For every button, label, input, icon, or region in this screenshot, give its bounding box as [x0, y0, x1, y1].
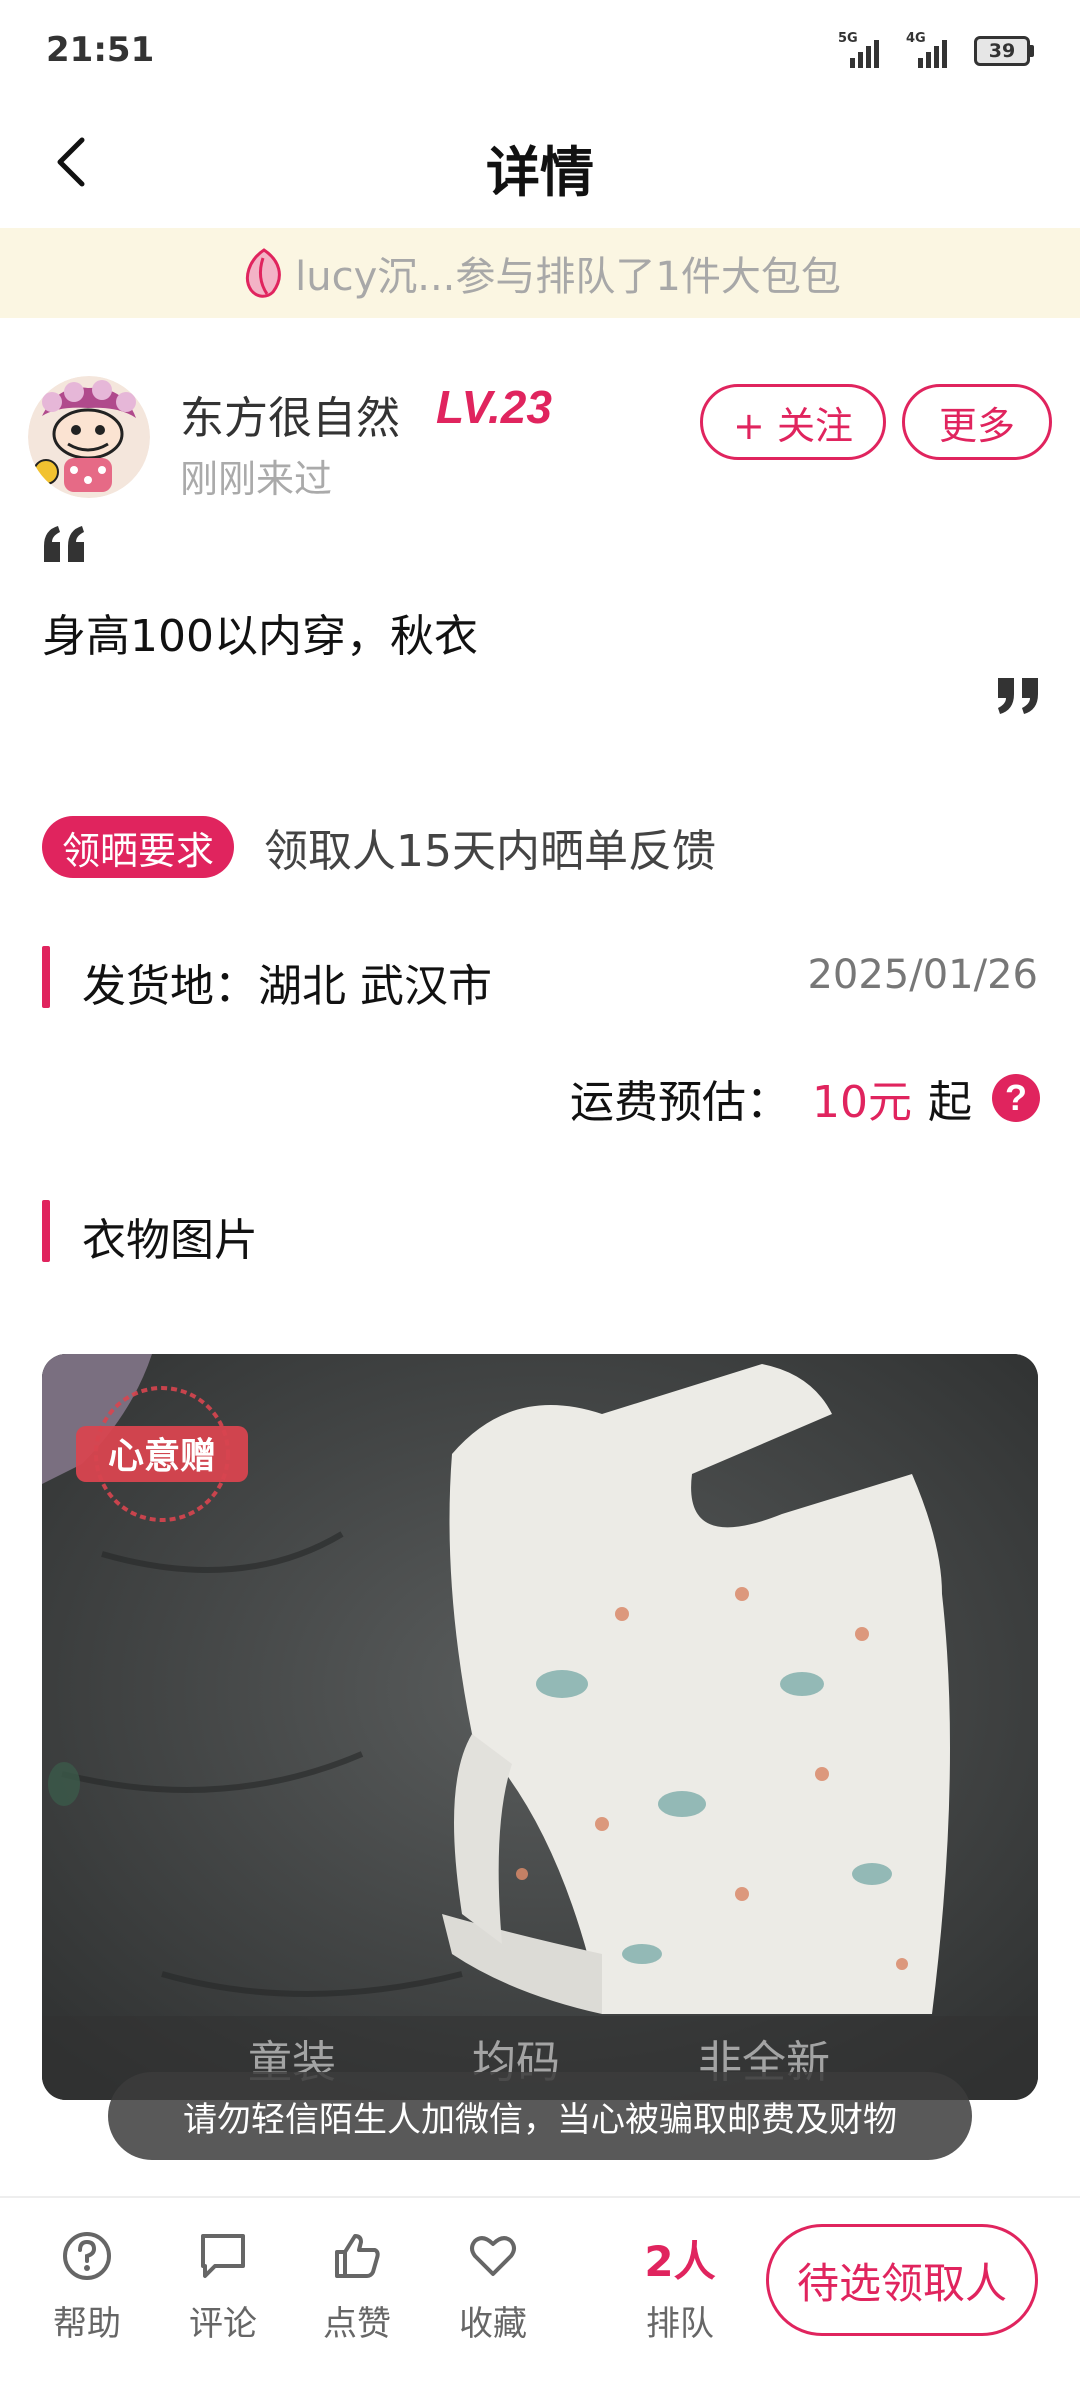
like-label: 点赞 — [323, 2304, 391, 2344]
item-description: 身高100以内穿，秋衣 — [42, 611, 478, 662]
status-time: 21:51 — [46, 30, 155, 70]
safety-toast: 请勿轻信陌生人加微信，当心被骗取邮费及财物 — [108, 2072, 972, 2160]
user-row: 东方很自然 LV.23 刚刚来过 + 关注 更多 — [28, 376, 1052, 501]
comment-label: 评论 — [189, 2304, 257, 2344]
header: 详情 — [0, 100, 1080, 228]
heart-icon — [470, 2236, 516, 2276]
shipping-estimate: 运费预估： 10元 起 ? — [570, 1068, 1040, 1128]
battery-icon: 39 — [974, 36, 1034, 66]
user-last-seen: 刚刚来过 — [180, 457, 333, 501]
help-icon — [63, 2232, 111, 2280]
clothing-image: 心意赠 — [42, 1354, 1038, 2100]
battery-level: 39 — [974, 36, 1030, 66]
page-title: 详情 — [486, 141, 594, 204]
like-tab[interactable]: 点赞 — [302, 2230, 412, 2345]
requirement-badge: 领晒要求 — [42, 816, 235, 878]
favorite-tab[interactable]: 收藏 — [438, 2230, 548, 2345]
queue-count[interactable]: 2人 — [620, 2228, 740, 2289]
user-name[interactable]: 东方很自然 — [180, 382, 400, 446]
shipping-label: 运费预估： — [570, 1077, 790, 1128]
notice-text: lucy沉...参与排队了1件大包包 — [295, 254, 841, 300]
petal-icon — [246, 248, 281, 298]
status-indicators: 5G 4G 39 — [838, 32, 1034, 68]
comment-icon — [201, 2234, 245, 2278]
section-marker — [42, 1200, 50, 1262]
shipping-price: 10元 — [812, 1077, 912, 1128]
queue-label: 排队 — [646, 2304, 714, 2344]
user-level-badge: LV.23 — [436, 381, 552, 433]
quote-open-icon — [44, 526, 84, 562]
follow-button[interactable]: + 关注 — [700, 384, 886, 460]
favorite-label: 收藏 — [459, 2304, 527, 2344]
stamp-text: 心意赠 — [108, 1436, 216, 1477]
avatar-image — [28, 376, 150, 498]
help-label: 帮助 — [53, 2304, 121, 2344]
shipping-suffix: 起 — [928, 1077, 972, 1128]
photos-section-title: 衣物图片 — [82, 1215, 258, 1266]
post-date: 2025/01/26 — [807, 952, 1038, 998]
signal-4g-icon: 4G — [906, 32, 960, 68]
ship-from: 发货地：湖北 武汉市 — [82, 961, 492, 1012]
requirement-text: 领取人15天内晒单反馈 — [264, 826, 717, 877]
avatar[interactable] — [28, 376, 150, 498]
quote-close-icon — [998, 678, 1038, 714]
status-bar: 21:51 5G 4G 39 — [0, 0, 1080, 100]
comment-tab[interactable]: 评论 — [168, 2230, 278, 2345]
more-button[interactable]: 更多 — [902, 384, 1052, 460]
section-marker — [42, 946, 50, 1008]
requirement-row: 领晒要求 领取人15天内晒单反馈 — [42, 814, 716, 880]
notice-bar[interactable]: lucy沉...参与排队了1件大包包 — [0, 228, 1080, 318]
clothing-photo[interactable]: 心意赠 童装 均码 非全新 — [42, 1354, 1038, 2100]
select-claimant-button[interactable]: 待选领取人 — [766, 2224, 1038, 2336]
thumbs-up-icon — [335, 2234, 380, 2278]
help-tab[interactable]: 帮助 — [32, 2230, 142, 2345]
bottom-action-bar: 帮助 评论 点赞 收藏 2人 排队 待选领取人 — [0, 2196, 1080, 2400]
help-circle-icon[interactable]: ? — [992, 1074, 1040, 1122]
signal-5g-icon: 5G — [838, 32, 892, 68]
